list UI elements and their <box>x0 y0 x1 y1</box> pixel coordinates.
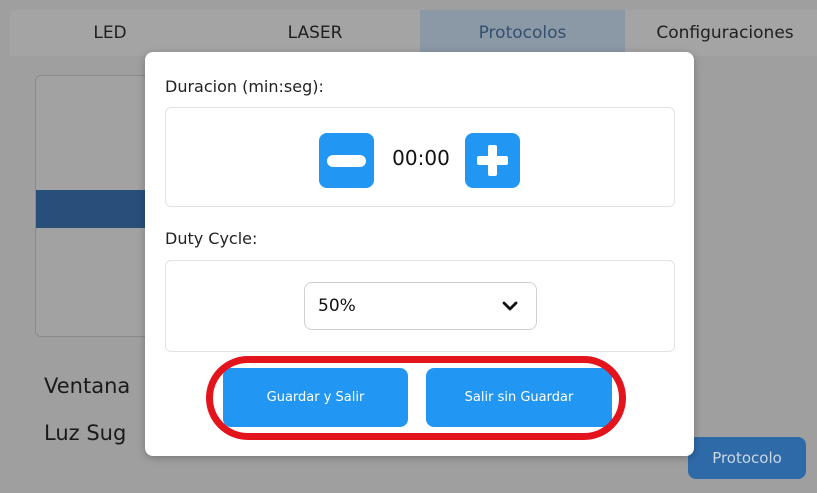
minus-icon <box>327 155 366 167</box>
protocol-button: Protocolo <box>688 437 806 479</box>
duration-value: 00:00 <box>392 146 450 170</box>
background-panel-selected-row <box>36 190 151 228</box>
duration-box: 00:00 <box>165 107 675 207</box>
tab-laser[interactable]: LASER <box>210 10 420 56</box>
duty-cycle-box: 50% <box>165 260 675 352</box>
tab-led[interactable]: LED <box>10 10 210 56</box>
background-label-ventana: Ventana <box>44 374 131 398</box>
tab-protocolos[interactable]: Protocolos <box>420 10 625 56</box>
duration-label: Duracion (min:seg): <box>165 77 324 96</box>
duty-cycle-value: 50% <box>318 296 356 316</box>
highlight-annotation <box>206 356 626 440</box>
duty-cycle-label: Duty Cycle: <box>165 229 258 248</box>
chevron-down-icon <box>502 301 518 311</box>
tab-configuraciones[interactable]: Configuraciones <box>625 10 817 56</box>
decrement-button[interactable] <box>319 133 374 188</box>
app-screen: LED LASER Protocolos Configuraciones Ven… <box>0 0 817 493</box>
background-label-luz: Luz Sug <box>44 421 127 445</box>
tab-bar: LED LASER Protocolos Configuraciones <box>10 10 817 56</box>
duty-cycle-select[interactable]: 50% <box>304 282 537 330</box>
increment-button[interactable] <box>465 133 520 188</box>
